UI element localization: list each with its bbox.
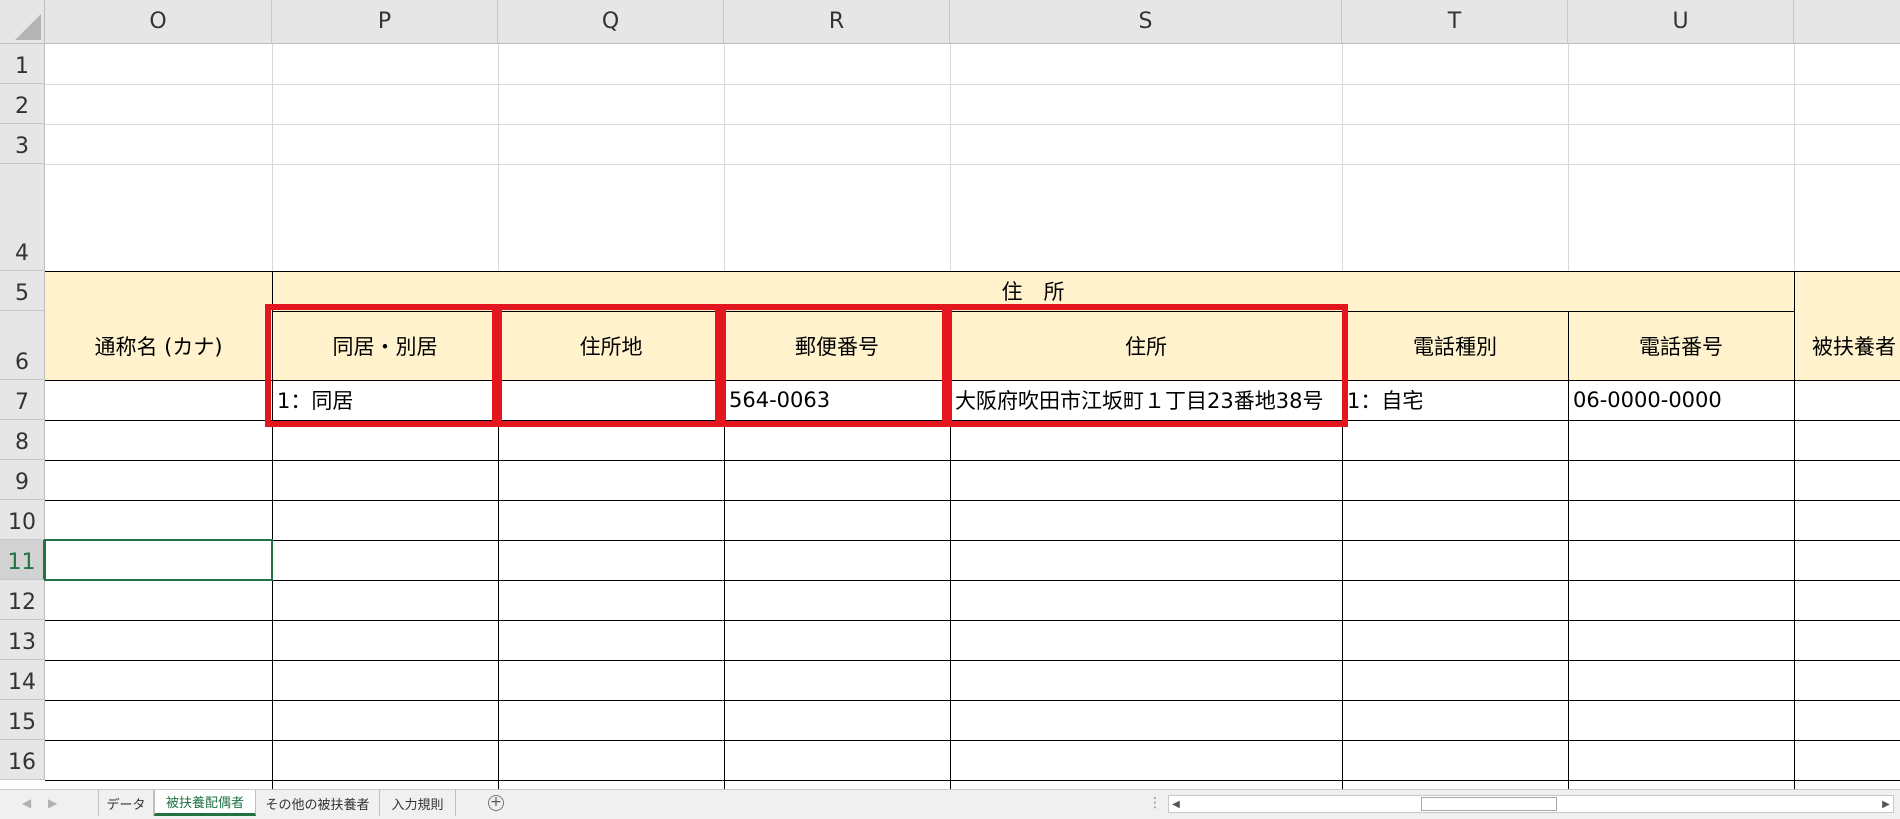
header-tsushomei-kana[interactable]: 通称名 (カナ) [45, 311, 272, 380]
cell-p7-dokyo[interactable]: 1：同居 [272, 380, 498, 420]
header-hifuyosha[interactable]: 被扶養者 [1794, 311, 1900, 380]
cell-v7[interactable] [1794, 380, 1900, 420]
header-jusho[interactable]: 住所 [950, 311, 1342, 380]
sheet-tab-bar: ◀ ▶ データ 被扶養配偶者 その他の被扶養者 入力規則 + ⋮ ◀ ▶ [0, 789, 1900, 819]
spreadsheet-grid[interactable]: O P Q R S T U 1 2 3 4 5 6 7 8 9 10 11 12… [0, 0, 1900, 789]
scroll-left-icon[interactable]: ◀ [1169, 796, 1183, 812]
sheet-tab-other-dependents[interactable]: その他の被扶養者 [256, 790, 380, 816]
cell-t7-phone-type[interactable]: 1：自宅 [1342, 380, 1568, 420]
sheet-tab-spouse[interactable]: 被扶養配偶者 [154, 790, 256, 816]
scroll-thumb[interactable] [1421, 797, 1557, 811]
cell-o7[interactable] [45, 380, 272, 420]
add-sheet-icon[interactable]: + [488, 795, 504, 811]
nav-prev-icon[interactable]: ◀ [22, 796, 31, 810]
cell-q7-jushochi[interactable] [498, 380, 724, 420]
header-dokyo-bekkyo[interactable]: 同居・別居 [272, 311, 498, 380]
header-jushochi[interactable]: 住所地 [498, 311, 724, 380]
sheet-tab-data[interactable]: データ [98, 790, 154, 816]
group-header-address[interactable]: 住 所 [272, 271, 1794, 311]
header-denwa-bango[interactable]: 電話番号 [1568, 311, 1794, 380]
nav-next-icon[interactable]: ▶ [48, 796, 57, 810]
horizontal-scrollbar[interactable]: ◀ ▶ [1168, 795, 1894, 813]
sheet-tab-input-rules[interactable]: 入力規則 [380, 790, 456, 816]
scroll-right-icon[interactable]: ▶ [1879, 796, 1893, 812]
active-cell-o11[interactable] [44, 539, 273, 581]
splitter-handle-icon[interactable]: ⋮ [1148, 795, 1162, 811]
cell-s7-address[interactable]: 大阪府吹田市江坂町１丁目23番地38号 [950, 380, 1342, 420]
cell-u7-phone-number[interactable]: 06-0000-0000 [1568, 380, 1794, 420]
header-denwa-shubetsu[interactable]: 電話種別 [1342, 311, 1568, 380]
cell-r7-postal-code[interactable]: 564-0063 [724, 380, 950, 420]
header-yubin-bango[interactable]: 郵便番号 [724, 311, 950, 380]
